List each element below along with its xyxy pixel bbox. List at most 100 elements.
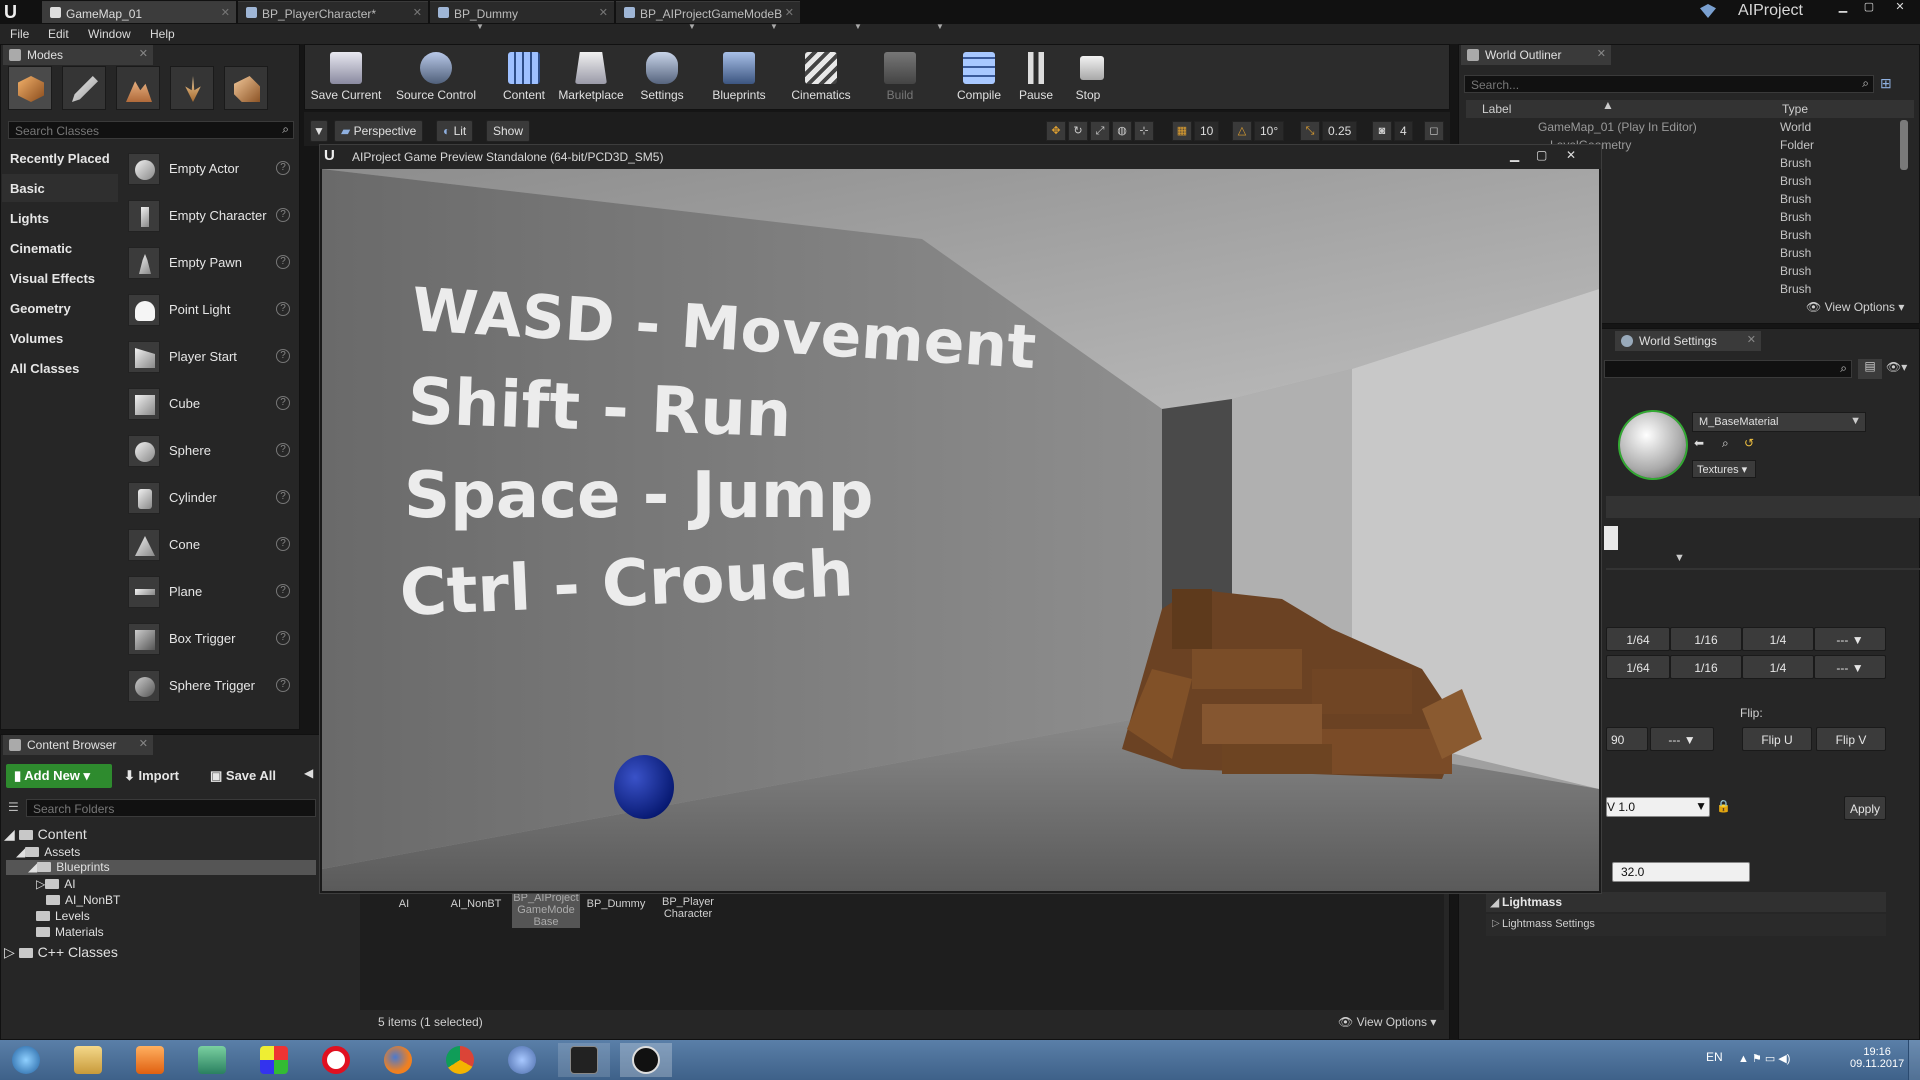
place-empty-character[interactable]: Empty Character?	[124, 194, 294, 238]
show-button[interactable]: Show	[486, 120, 531, 142]
pause-button[interactable]: Pause	[1012, 48, 1060, 106]
viewport-options-button[interactable]: ▼	[310, 120, 328, 142]
scale-snap-value[interactable]: 0.25	[1322, 121, 1358, 141]
place-mode-button[interactable]	[8, 66, 52, 110]
surface-snap-icon[interactable]: ⊹	[1134, 121, 1154, 141]
col-type[interactable]: Type	[1782, 102, 1808, 116]
paint-mode-button[interactable]	[62, 66, 106, 110]
maximize-button[interactable]: ▢	[1856, 0, 1882, 16]
place-empty-pawn[interactable]: Empty Pawn?	[124, 241, 294, 285]
col-label[interactable]: Label	[1482, 102, 1511, 116]
help-icon[interactable]: ?	[276, 584, 290, 598]
grid-1-4-button[interactable]: 1/4	[1742, 627, 1814, 651]
app-icon[interactable]	[186, 1043, 238, 1077]
place-box-trigger[interactable]: Box Trigger?	[124, 617, 294, 661]
category-cinematic[interactable]: Cinematic	[2, 234, 118, 262]
tree-item-materials[interactable]: Materials	[36, 925, 104, 939]
help-icon[interactable]: ?	[276, 208, 290, 222]
rotation-snap-icon[interactable]: △	[1232, 121, 1252, 141]
geometry-mode-button[interactable]	[224, 66, 268, 110]
close-icon[interactable]: ✕	[1747, 333, 1756, 346]
close-window-button[interactable]: ✕	[1566, 148, 1576, 162]
reset-icon[interactable]: ↺	[1744, 436, 1754, 450]
help-icon[interactable]: ?	[276, 537, 290, 551]
outliner-scrollbar[interactable]	[1900, 120, 1908, 170]
place-cylinder[interactable]: Cylinder?	[124, 476, 294, 520]
help-icon[interactable]: ?	[276, 678, 290, 692]
lightmap-value-input[interactable]: 32.0	[1612, 862, 1750, 882]
landscape-mode-button[interactable]	[116, 66, 160, 110]
game-app-icon[interactable]	[496, 1043, 548, 1077]
close-icon[interactable]: ✕	[785, 6, 794, 19]
grid-1-64-button[interactable]: 1/64	[1606, 655, 1670, 679]
close-icon[interactable]: ✕	[139, 47, 148, 60]
category-lights[interactable]: Lights	[2, 204, 118, 232]
back-arrow-icon[interactable]: ◀	[304, 766, 313, 780]
asset-bp-player-character[interactable]: BP_Player Character	[654, 896, 722, 920]
tree-item-content[interactable]: ◢ Content	[4, 826, 87, 843]
category-all-classes[interactable]: All Classes	[2, 354, 118, 382]
cinematics-button[interactable]: Cinematics	[786, 48, 856, 106]
minimize-button[interactable]: ▁	[1830, 0, 1856, 16]
minimize-button[interactable]: ▁	[1510, 148, 1519, 162]
close-icon[interactable]: ✕	[413, 6, 422, 19]
outliner-search-input[interactable]: Search... ⌕	[1464, 75, 1874, 93]
tree-item-ai[interactable]: ▷ AI	[36, 877, 76, 891]
chevron-down-icon[interactable]: ▼	[854, 22, 862, 31]
marketplace-button[interactable]: Marketplace	[554, 48, 628, 106]
rotation-snap-value[interactable]: 10°	[1254, 121, 1285, 141]
save-current-button[interactable]: Save Current	[306, 48, 386, 106]
chevron-down-icon[interactable]: ▼	[688, 22, 696, 31]
content-button[interactable]: Content	[494, 48, 554, 106]
game-preview-window[interactable]: U AIProject Game Preview Standalone (64-…	[319, 144, 1602, 894]
tree-item-assets[interactable]: ◢ Assets	[16, 845, 80, 859]
foliage-mode-button[interactable]	[170, 66, 214, 110]
tray-icons[interactable]: ▲ ⚑ ▭ ◀)	[1738, 1052, 1790, 1065]
clock[interactable]: 19:16 09.11.2017	[1850, 1046, 1904, 1070]
grid-view-icon[interactable]: ▤	[1858, 359, 1882, 379]
grid-1-4-button[interactable]: 1/4	[1742, 655, 1814, 679]
opera-icon[interactable]	[310, 1043, 362, 1077]
save-all-button[interactable]: ▣ Save All	[210, 768, 276, 784]
maximize-viewport-icon[interactable]: ◻	[1424, 121, 1444, 141]
rotate-icon[interactable]: ↻	[1068, 121, 1088, 141]
source-control-button[interactable]: Source Control	[390, 48, 482, 106]
close-icon[interactable]: ✕	[221, 6, 230, 19]
chevron-down-icon[interactable]: ▼	[770, 22, 778, 31]
rotate-dropdown[interactable]: --- ▼	[1650, 727, 1714, 751]
material-thumbnail[interactable]	[1620, 412, 1686, 478]
place-player-start[interactable]: Player Start?	[124, 335, 294, 379]
lock-icon[interactable]: 🔒	[1716, 799, 1731, 813]
lightmass-header[interactable]: ◢ Lightmass	[1486, 892, 1886, 912]
show-desktop-button[interactable]	[1908, 1040, 1920, 1080]
help-icon[interactable]: ?	[276, 490, 290, 504]
asset-bp-dummy[interactable]: BP_Dummy	[582, 898, 650, 910]
browse-icon[interactable]: ⌕	[1722, 436, 1729, 451]
category-volumes[interactable]: Volumes	[2, 324, 118, 352]
cb-view-options-button[interactable]: 👁 View Options ▾	[1338, 1015, 1436, 1029]
menu-file[interactable]: File	[10, 27, 29, 41]
game-window-titlebar[interactable]: U AIProject Game Preview Standalone (64-…	[320, 145, 1601, 169]
help-icon[interactable]: ?	[276, 631, 290, 645]
grid-more-dropdown[interactable]: --- ▼	[1814, 627, 1886, 651]
place-cone[interactable]: Cone?	[124, 523, 294, 567]
use-selected-icon[interactable]: ⬅	[1694, 436, 1704, 450]
search-folders-input[interactable]: Search Folders	[26, 799, 316, 817]
grid-snap-icon[interactable]: ▦	[1172, 121, 1192, 141]
tree-item-levels[interactable]: Levels	[36, 909, 90, 923]
firefox-icon[interactable]	[372, 1043, 424, 1077]
category-geometry[interactable]: Geometry	[2, 294, 118, 322]
outliner-row[interactable]: GameMap_01 (Play In Editor) World	[1474, 118, 1914, 136]
material-dropdown[interactable]: M_BaseMaterial ▼	[1692, 412, 1866, 432]
blueprints-button[interactable]: Blueprints	[704, 48, 774, 106]
grid-snap-value[interactable]: 10	[1194, 121, 1220, 141]
tree-item-blueprints[interactable]: ◢ Blueprints	[6, 860, 316, 875]
scale-icon[interactable]: ⤢	[1090, 121, 1110, 141]
sources-panel-icon[interactable]: ☰	[8, 800, 19, 814]
help-icon[interactable]: ?	[276, 349, 290, 363]
close-icon[interactable]: ✕	[1597, 47, 1606, 60]
menu-edit[interactable]: Edit	[48, 27, 69, 41]
details-input-stub[interactable]	[1604, 526, 1618, 550]
details-search-input[interactable]: ⌕	[1604, 360, 1852, 378]
help-icon[interactable]: ?	[276, 396, 290, 410]
